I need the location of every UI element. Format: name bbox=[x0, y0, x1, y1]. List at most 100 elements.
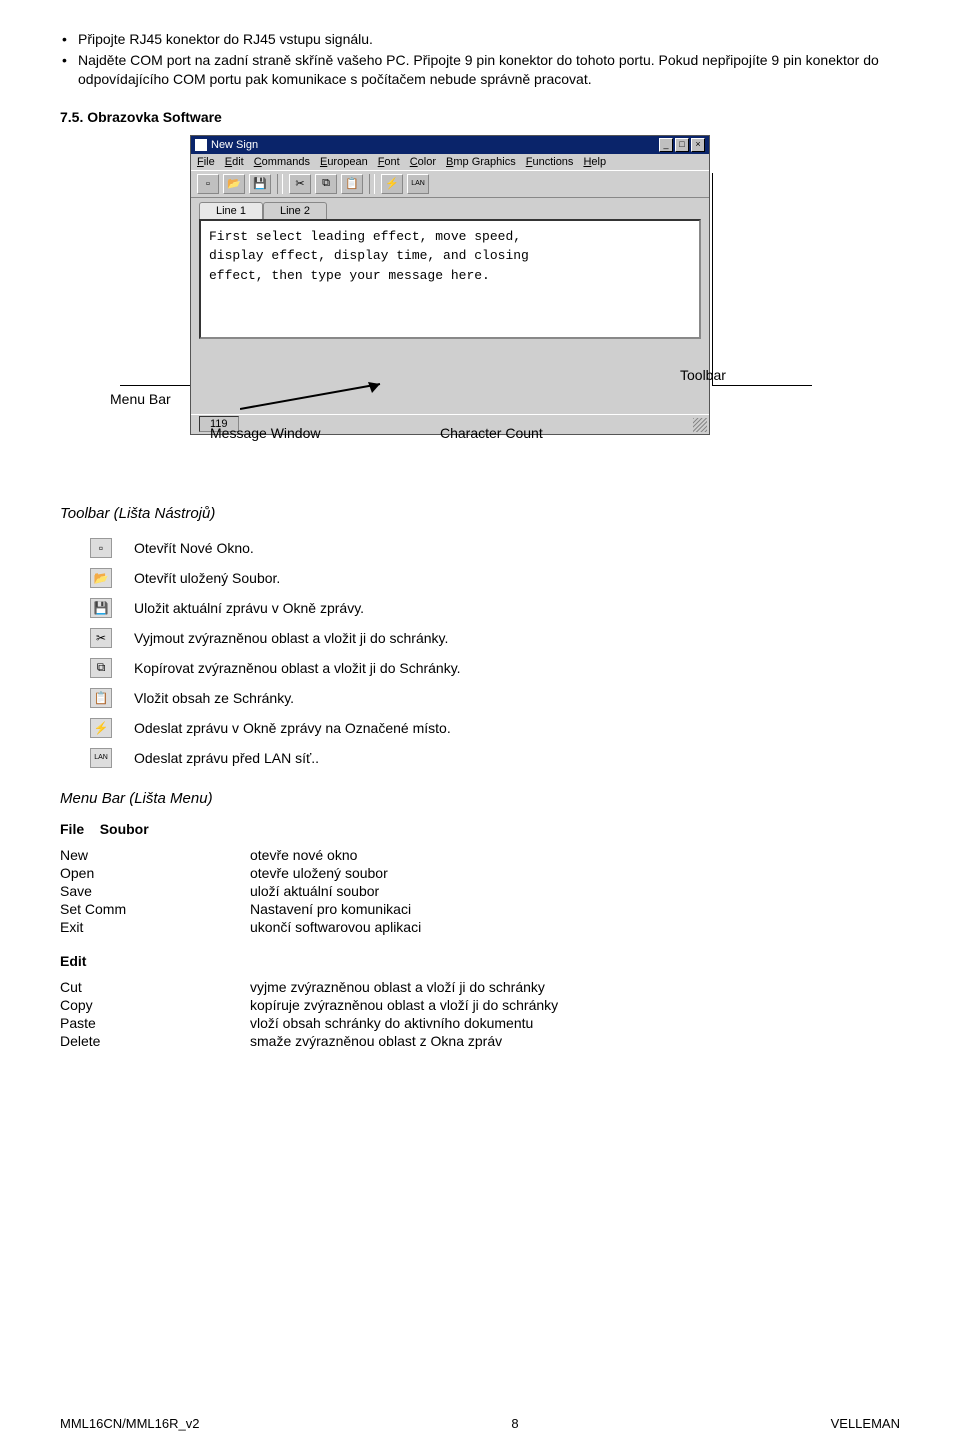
callout-menu-bar: Menu Bar bbox=[110, 391, 171, 407]
intro-bullets: Připojte RJ45 konektor do RJ45 vstupu si… bbox=[60, 30, 900, 89]
list-item: ▫ Otevřít Nové Okno. bbox=[90, 538, 900, 558]
tb-cut-icon[interactable]: ✂ bbox=[289, 174, 311, 194]
cmd-desc: Nastavení pro komunikaci bbox=[250, 901, 411, 917]
cmd-name: Delete bbox=[60, 1033, 250, 1049]
tab-line2[interactable]: Line 2 bbox=[263, 202, 327, 219]
cmd-desc: otevře uložený soubor bbox=[250, 865, 388, 881]
icon-desc: Vyjmout zvýrazněnou oblast a vložit ji d… bbox=[134, 630, 448, 646]
list-item: LAN Odeslat zprávu před LAN síť.. bbox=[90, 748, 900, 768]
icon-desc: Uložit aktuální zprávu v Okně zprávy. bbox=[134, 600, 364, 616]
menu-section-title: Menu Bar (Lišta Menu) bbox=[60, 790, 900, 807]
menu-edit[interactable]: Edit bbox=[225, 156, 244, 168]
table-row: Deletesmaže zvýrazněnou oblast z Okna zp… bbox=[60, 1033, 900, 1049]
message-editor[interactable]: First select leading effect, move speed,… bbox=[199, 219, 701, 339]
cmd-desc: smaže zvýrazněnou oblast z Okna zpráv bbox=[250, 1033, 502, 1049]
callout-toolbar: Toolbar bbox=[680, 367, 726, 383]
close-button[interactable]: × bbox=[691, 138, 705, 152]
intro-bullet: Připojte RJ45 konektor do RJ45 vstupu si… bbox=[60, 30, 900, 49]
maximize-button[interactable]: □ bbox=[675, 138, 689, 152]
tab-line1[interactable]: Line 1 bbox=[199, 202, 263, 219]
cmd-desc: ukončí softwarovou aplikaci bbox=[250, 919, 421, 935]
callout-message-window: Message Window bbox=[210, 425, 321, 441]
footer-center: 8 bbox=[511, 1416, 518, 1431]
send-lan-icon: LAN bbox=[90, 748, 112, 768]
menu-help[interactable]: Help bbox=[583, 156, 606, 168]
cmd-name: Set Comm bbox=[60, 901, 250, 917]
edit-subheading: Edit bbox=[60, 953, 900, 969]
paste-icon: 📋 bbox=[90, 688, 112, 708]
callout-character-count: Character Count bbox=[440, 425, 543, 441]
titlebar: New Sign _ □ × bbox=[191, 136, 709, 154]
cmd-name: Cut bbox=[60, 979, 250, 995]
table-row: Saveuloží aktuální soubor bbox=[60, 883, 900, 899]
table-row: Cutvyjme zvýrazněnou oblast a vloží ji d… bbox=[60, 979, 900, 995]
separator-icon bbox=[277, 174, 283, 194]
arrow-icon bbox=[240, 379, 400, 419]
cmd-name: New bbox=[60, 847, 250, 863]
window-title: New Sign bbox=[211, 139, 258, 151]
toolbar-icon-list: ▫ Otevřít Nové Okno. 📂 Otevřít uložený S… bbox=[90, 538, 900, 768]
cmd-desc: vloží obsah schránky do aktivního dokume… bbox=[250, 1015, 533, 1031]
edit-commands: Cutvyjme zvýrazněnou oblast a vloží ji d… bbox=[60, 979, 900, 1049]
resize-grip-icon[interactable] bbox=[693, 418, 707, 432]
cmd-desc: kopíruje zvýrazněnou oblast a vloží ji d… bbox=[250, 997, 558, 1013]
list-item: ⧉ Kopírovat zvýrazněnou oblast a vložit … bbox=[90, 658, 900, 678]
window-buttons: _ □ × bbox=[659, 138, 705, 152]
list-item: 💾 Uložit aktuální zprávu v Okně zprávy. bbox=[90, 598, 900, 618]
intro-bullet: Najděte COM port na zadní straně skříně … bbox=[60, 51, 900, 89]
open-icon: 📂 bbox=[90, 568, 112, 588]
cmd-desc: otevře nové okno bbox=[250, 847, 357, 863]
list-item: 📋 Vložit obsah ze Schránky. bbox=[90, 688, 900, 708]
toolbar: ▫ 📂 💾 ✂ ⧉ 📋 ⚡ LAN bbox=[191, 170, 709, 198]
icon-desc: Odeslat zprávu před LAN síť.. bbox=[134, 750, 319, 766]
new-icon: ▫ bbox=[90, 538, 112, 558]
tb-paste-icon[interactable]: 📋 bbox=[341, 174, 363, 194]
minimize-button[interactable]: _ bbox=[659, 138, 673, 152]
tb-copy-icon[interactable]: ⧉ bbox=[315, 174, 337, 194]
table-row: Newotevře nové okno bbox=[60, 847, 900, 863]
file-rest: Soubor bbox=[100, 821, 149, 837]
cmd-name: Exit bbox=[60, 919, 250, 935]
menu-file[interactable]: File bbox=[197, 156, 215, 168]
edit-bold: Edit bbox=[60, 953, 86, 969]
list-item: 📂 Otevřít uložený Soubor. bbox=[90, 568, 900, 588]
table-row: Pastevloží obsah schránky do aktivního d… bbox=[60, 1015, 900, 1031]
footer-right: VELLEMAN bbox=[831, 1416, 900, 1431]
tb-new-icon[interactable]: ▫ bbox=[197, 174, 219, 194]
save-icon: 💾 bbox=[90, 598, 112, 618]
file-subheading: File Soubor bbox=[60, 821, 900, 837]
section-heading: 7.5. Obrazovka Software bbox=[60, 109, 900, 125]
cmd-name: Save bbox=[60, 883, 250, 899]
menu-bar: File Edit Commands European Font Color B… bbox=[191, 154, 709, 170]
send-icon: ⚡ bbox=[90, 718, 112, 738]
menu-functions[interactable]: Functions bbox=[526, 156, 574, 168]
tb-save-icon[interactable]: 💾 bbox=[249, 174, 271, 194]
menu-commands[interactable]: Commands bbox=[254, 156, 310, 168]
table-row: Set CommNastavení pro komunikaci bbox=[60, 901, 900, 917]
icon-desc: Otevřít Nové Okno. bbox=[134, 540, 254, 556]
menu-font[interactable]: Font bbox=[378, 156, 400, 168]
file-bold: File bbox=[60, 821, 84, 837]
icon-desc: Otevřít uložený Soubor. bbox=[134, 570, 280, 586]
cmd-desc: vyjme zvýrazněnou oblast a vloží ji do s… bbox=[250, 979, 545, 995]
tb-send-lan-icon[interactable]: LAN bbox=[407, 174, 429, 194]
cmd-name: Copy bbox=[60, 997, 250, 1013]
menu-color[interactable]: Color bbox=[410, 156, 436, 168]
table-row: Exitukončí softwarovou aplikaci bbox=[60, 919, 900, 935]
screenshot-area: New Sign _ □ × File Edit Commands Europe… bbox=[60, 135, 900, 475]
cmd-name: Paste bbox=[60, 1015, 250, 1031]
table-row: Openotevře uložený soubor bbox=[60, 865, 900, 881]
separator-icon bbox=[369, 174, 375, 194]
menu-european[interactable]: European bbox=[320, 156, 368, 168]
icon-desc: Odeslat zprávu v Okně zprávy na Označené… bbox=[134, 720, 451, 736]
cmd-desc: uloží aktuální soubor bbox=[250, 883, 379, 899]
tb-open-icon[interactable]: 📂 bbox=[223, 174, 245, 194]
icon-desc: Kopírovat zvýrazněnou oblast a vložit ji… bbox=[134, 660, 461, 676]
tb-send-icon[interactable]: ⚡ bbox=[381, 174, 403, 194]
list-item: ✂ Vyjmout zvýrazněnou oblast a vložit ji… bbox=[90, 628, 900, 648]
copy-icon: ⧉ bbox=[90, 658, 112, 678]
page-footer: MML16CN/MML16R_v2 8 VELLEMAN bbox=[60, 1416, 900, 1431]
file-commands: Newotevře nové okno Openotevře uložený s… bbox=[60, 847, 900, 935]
app-icon bbox=[195, 139, 207, 151]
menu-bmp[interactable]: Bmp Graphics bbox=[446, 156, 516, 168]
